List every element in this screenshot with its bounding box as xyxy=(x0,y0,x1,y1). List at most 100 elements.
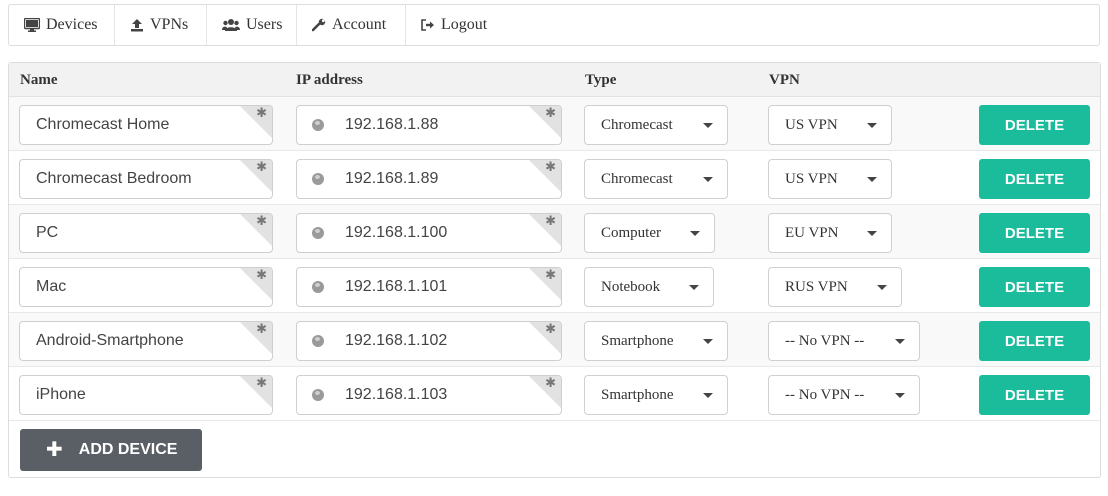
wrench-icon xyxy=(312,18,326,32)
required-icon: ✱ xyxy=(256,376,267,391)
delete-button[interactable]: DELETE xyxy=(979,105,1090,145)
ip-address-input[interactable]: 192.168.1.88 ✱ xyxy=(296,105,562,145)
monitor-icon xyxy=(24,18,40,32)
required-icon: ✱ xyxy=(545,106,556,121)
nav-label: VPNs xyxy=(150,16,189,33)
header-name: Name xyxy=(20,72,58,88)
type-value: Smartphone xyxy=(601,332,674,349)
chevron-down-icon xyxy=(703,177,713,182)
vpn-value: US VPN xyxy=(785,170,838,187)
device-name-input[interactable]: Mac ✱ xyxy=(19,267,273,307)
device-type-select[interactable]: Smartphone xyxy=(584,321,728,361)
upload-icon xyxy=(130,18,144,32)
table-header: Name IP address Type VPN xyxy=(9,63,1100,97)
globe-icon xyxy=(312,335,324,347)
device-type-select[interactable]: Chromecast xyxy=(584,105,728,145)
ip-value: 192.168.1.101 xyxy=(345,278,448,295)
chevron-down-icon xyxy=(895,339,905,344)
chevron-down-icon xyxy=(703,393,713,398)
required-icon: ✱ xyxy=(545,214,556,229)
vpn-select[interactable]: -- No VPN -- xyxy=(768,321,920,361)
chevron-down-icon xyxy=(867,231,877,236)
required-icon: ✱ xyxy=(256,214,267,229)
chevron-down-icon xyxy=(690,231,700,236)
required-icon: ✱ xyxy=(256,160,267,175)
table-row: Chromecast Home ✱ 192.168.1.88 ✱ Chromec… xyxy=(9,97,1100,151)
vpn-select[interactable]: US VPN xyxy=(768,159,892,199)
table-row: PC ✱ 192.168.1.100 ✱ Computer EU VPN DEL… xyxy=(9,205,1100,259)
chevron-down-icon xyxy=(703,339,713,344)
device-name-value: Chromecast Bedroom xyxy=(36,170,192,187)
device-type-select[interactable]: Notebook xyxy=(584,267,714,307)
type-value: Smartphone xyxy=(601,386,674,403)
device-name-value: Chromecast Home xyxy=(36,116,170,133)
users-icon xyxy=(222,18,240,32)
vpn-value: -- No VPN -- xyxy=(785,332,865,349)
globe-icon xyxy=(312,119,324,131)
device-name-value: Android-Smartphone xyxy=(36,332,184,349)
required-icon: ✱ xyxy=(545,322,556,337)
required-icon: ✱ xyxy=(256,322,267,337)
plus-icon: ✚ xyxy=(46,439,63,461)
globe-icon xyxy=(312,281,324,293)
nav-vpns[interactable]: VPNs xyxy=(115,5,207,45)
chevron-down-icon xyxy=(877,285,887,290)
ip-address-input[interactable]: 192.168.1.102 ✱ xyxy=(296,321,562,361)
nav-account[interactable]: Account xyxy=(297,5,406,45)
add-device-label: ADD DEVICE xyxy=(78,441,178,458)
ip-value: 192.168.1.89 xyxy=(345,170,439,187)
ip-value: 192.168.1.102 xyxy=(345,332,448,349)
delete-button[interactable]: DELETE xyxy=(979,159,1090,199)
vpn-value: US VPN xyxy=(785,116,838,133)
device-name-input[interactable]: PC ✱ xyxy=(19,213,273,253)
nav-label: Users xyxy=(246,16,283,33)
ip-address-input[interactable]: 192.168.1.100 ✱ xyxy=(296,213,562,253)
nav-label: Devices xyxy=(46,16,98,33)
ip-address-input[interactable]: 192.168.1.103 ✱ xyxy=(296,375,562,415)
header-ip: IP address xyxy=(296,72,363,88)
delete-button[interactable]: DELETE xyxy=(979,213,1090,253)
device-name-input[interactable]: Chromecast Bedroom ✱ xyxy=(19,159,273,199)
required-icon: ✱ xyxy=(256,106,267,121)
required-icon: ✱ xyxy=(545,376,556,391)
device-type-select[interactable]: Computer xyxy=(584,213,715,253)
globe-icon xyxy=(312,389,324,401)
type-value: Chromecast xyxy=(601,170,673,187)
ip-address-input[interactable]: 192.168.1.89 ✱ xyxy=(296,159,562,199)
globe-icon xyxy=(312,173,324,185)
delete-button[interactable]: DELETE xyxy=(979,321,1090,361)
required-icon: ✱ xyxy=(545,268,556,283)
delete-button[interactable]: DELETE xyxy=(979,375,1090,415)
header-vpn: VPN xyxy=(769,72,800,88)
vpn-select[interactable]: US VPN xyxy=(768,105,892,145)
logout-icon xyxy=(421,19,435,31)
table-row: Mac ✱ 192.168.1.101 ✱ Notebook RUS VPN D… xyxy=(9,259,1100,313)
delete-button[interactable]: DELETE xyxy=(979,267,1090,307)
device-name-value: PC xyxy=(36,224,59,241)
ip-address-input[interactable]: 192.168.1.101 ✱ xyxy=(296,267,562,307)
type-value: Computer xyxy=(601,224,661,241)
nav-label: Logout xyxy=(441,16,488,33)
nav-users[interactable]: Users xyxy=(207,5,297,45)
device-type-select[interactable]: Chromecast xyxy=(584,159,728,199)
vpn-select[interactable]: RUS VPN xyxy=(768,267,902,307)
chevron-down-icon xyxy=(895,393,905,398)
vpn-select[interactable]: EU VPN xyxy=(768,213,892,253)
table-row: Android-Smartphone ✱ 192.168.1.102 ✱ Sma… xyxy=(9,313,1100,367)
nav-logout[interactable]: Logout xyxy=(406,5,506,45)
add-device-button[interactable]: ✚ ADD DEVICE xyxy=(20,429,202,471)
chevron-down-icon xyxy=(867,123,877,128)
vpn-value: EU VPN xyxy=(785,224,839,241)
device-name-input[interactable]: Android-Smartphone ✱ xyxy=(19,321,273,361)
vpn-value: RUS VPN xyxy=(785,278,848,295)
ip-value: 192.168.1.100 xyxy=(345,224,448,241)
table-row: iPhone ✱ 192.168.1.103 ✱ Smartphone -- N… xyxy=(9,367,1100,421)
device-name-input[interactable]: iPhone ✱ xyxy=(19,375,273,415)
device-type-select[interactable]: Smartphone xyxy=(584,375,728,415)
devices-table: Name IP address Type VPN Chromecast Home… xyxy=(8,62,1101,478)
device-name-input[interactable]: Chromecast Home ✱ xyxy=(19,105,273,145)
nav-devices[interactable]: Devices xyxy=(9,5,115,45)
vpn-select[interactable]: -- No VPN -- xyxy=(768,375,920,415)
ip-value: 192.168.1.103 xyxy=(345,386,448,403)
chevron-down-icon xyxy=(703,123,713,128)
